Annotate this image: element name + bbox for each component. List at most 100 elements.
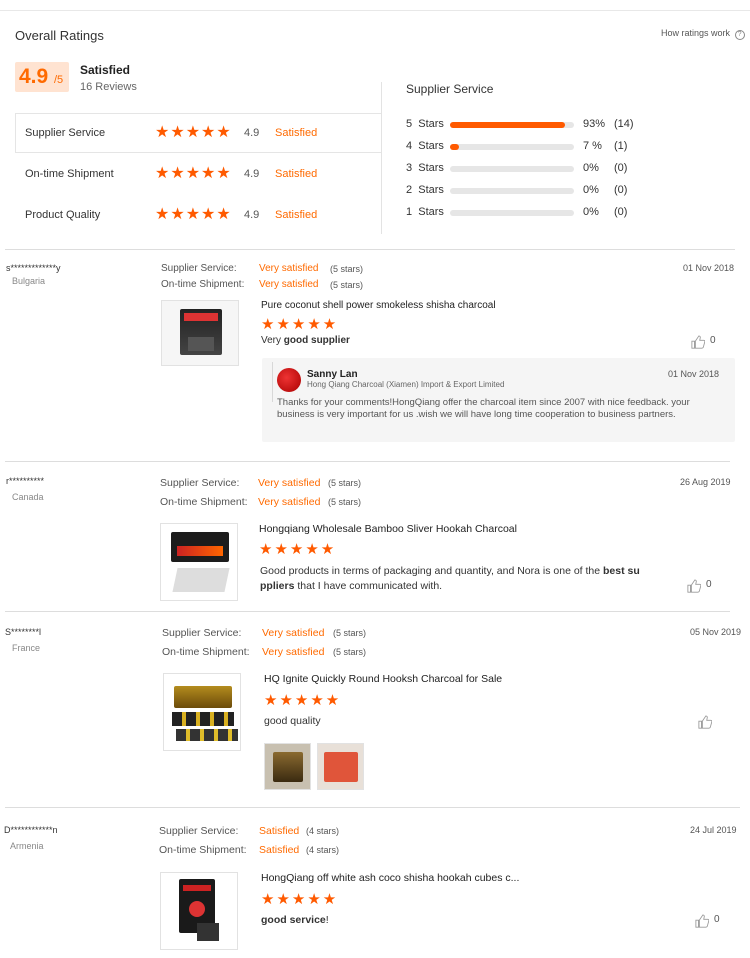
thumbs-up-icon[interactable]: [691, 335, 705, 349]
product-image[interactable]: [161, 300, 239, 366]
like-count: 0: [714, 914, 720, 925]
breakdown-star-label: 5 Stars: [406, 118, 444, 130]
reviewer-country: Bulgaria: [12, 276, 46, 286]
how-ratings-label[interactable]: How ratings work: [661, 28, 730, 38]
breakdown-star-label: 1 Stars: [406, 206, 444, 218]
overall-ratings-title: Overall Ratings: [15, 28, 104, 43]
service-status: Very satisfied: [262, 627, 325, 639]
category-status: Satisfied: [275, 127, 318, 139]
review-date: 01 Nov 2018: [683, 263, 735, 273]
breakdown-count: (14): [614, 118, 634, 130]
shipment-stars-text: (4 stars): [306, 845, 340, 855]
breakdown-bar-fill: [450, 144, 459, 150]
shipment-status: Very satisfied: [258, 496, 321, 508]
review-comment: good quality: [264, 715, 321, 727]
review-date: 05 Nov 2019: [690, 627, 742, 637]
service-status: Very satisfied: [258, 477, 321, 489]
review-divider: [5, 611, 730, 612]
breakdown-bar: [450, 144, 574, 150]
reviewer-name: s*************y: [6, 263, 61, 273]
shipment-label: On-time Shipment:: [162, 646, 250, 658]
score-badge: 4.9 /5: [15, 62, 69, 92]
thumbs-up-icon[interactable]: [698, 715, 712, 729]
service-stars-text: (5 stars): [328, 478, 362, 488]
review-stars: ★★★★★: [261, 891, 339, 908]
review-photo[interactable]: [317, 743, 364, 790]
reply-date: 01 Nov 2018: [668, 369, 720, 379]
reviewer-name: D************n: [4, 825, 58, 835]
breakdown-bar: [450, 122, 574, 128]
category-stars: ★★★★★: [155, 124, 232, 141]
reply-name: Sanny Lan: [307, 369, 358, 380]
help-icon[interactable]: ?: [734, 30, 745, 40]
shipment-status: Satisfied: [259, 844, 300, 856]
review-stars: ★★★★★: [261, 316, 339, 333]
breakdown-percent: 7 %: [583, 140, 602, 152]
shipment-stars-text: (5 stars): [328, 497, 362, 507]
category-label: Supplier Service: [25, 127, 106, 139]
category-score: 4.9: [244, 127, 260, 139]
product-title[interactable]: HQ Ignite Quickly Round Hooksh Charcoal …: [264, 673, 502, 685]
breakdown-percent: 0%: [583, 162, 599, 174]
service-label: Supplier Service:: [160, 477, 240, 489]
service-label: Supplier Service:: [162, 627, 242, 639]
breakdown-percent: 0%: [583, 206, 599, 218]
breakdown-percent: 93%: [583, 118, 606, 130]
review-divider: [5, 807, 740, 808]
shipment-stars-text: (5 stars): [330, 280, 364, 290]
how-ratings-work-link[interactable]: How ratings work ?: [661, 28, 745, 40]
review-comment: good service!: [261, 914, 329, 926]
product-image[interactable]: [163, 673, 241, 751]
category-label: Product Quality: [25, 209, 101, 221]
thumbs-up-icon[interactable]: [695, 914, 709, 928]
like-count: 0: [710, 335, 716, 346]
category-status: Satisfied: [275, 209, 318, 221]
breakdown-title: Supplier Service: [406, 82, 494, 96]
category-label: On-time Shipment: [25, 168, 114, 180]
review-comment: Good products in terms of packaging and …: [260, 565, 640, 592]
service-status: Satisfied: [259, 825, 300, 837]
product-title[interactable]: HongQiang off white ash coco shisha hook…: [261, 872, 519, 884]
product-title[interactable]: Hongqiang Wholesale Bamboo Sliver Hookah…: [259, 523, 517, 535]
review-photo[interactable]: [264, 743, 311, 790]
product-image[interactable]: [160, 872, 238, 950]
reviewer-country: France: [12, 643, 41, 653]
category-score: 4.9: [244, 209, 260, 221]
reviewer-name: r**********: [6, 476, 45, 486]
service-stars-text: (5 stars): [330, 264, 364, 274]
thumbs-up-icon[interactable]: [687, 579, 701, 593]
review-count: 16 Reviews: [80, 81, 137, 93]
shipment-status: Very satisfied: [262, 646, 325, 658]
review-divider: [5, 461, 730, 462]
shipment-stars-text: (5 stars): [333, 647, 367, 657]
reviewer-name: S********l: [5, 627, 42, 637]
category-status: Satisfied: [275, 168, 318, 180]
summary-bottom-divider: [5, 249, 735, 250]
top-divider: [0, 10, 750, 11]
category-score: 4.9: [244, 168, 260, 180]
reply-company: Hong Qiang Charcoal (Xiamen) Import & Ex…: [307, 380, 505, 389]
category-stars: ★★★★★: [155, 165, 232, 182]
reply-text: Thanks for your comments!HongQiang offer…: [277, 397, 690, 420]
review-stars: ★★★★★: [259, 541, 337, 558]
service-stars-text: (4 stars): [306, 826, 340, 836]
summary-vertical-divider: [381, 82, 382, 234]
reviewer-country: Canada: [12, 492, 44, 502]
category-stars: ★★★★★: [155, 206, 232, 223]
like-count: 0: [706, 579, 712, 590]
breakdown-percent: 0%: [583, 184, 599, 196]
score-value: 4.9: [19, 65, 49, 88]
review-date: 24 Jul 2019: [690, 825, 737, 835]
product-title[interactable]: Pure coconut shell power smokeless shish…: [261, 300, 496, 311]
service-label: Supplier Service:: [159, 825, 239, 837]
breakdown-bar: [450, 210, 574, 216]
service-status: Very satisfied: [259, 263, 319, 274]
shipment-label: On-time Shipment:: [160, 496, 248, 508]
shipment-status: Very satisfied: [259, 279, 319, 290]
service-stars-text: (5 stars): [333, 628, 367, 638]
score-suffix: /5: [54, 74, 64, 86]
shipment-label: On-time Shipment:: [161, 279, 245, 290]
breakdown-count: (0): [614, 162, 628, 174]
product-image[interactable]: [160, 523, 238, 601]
review-date: 26 Aug 2019: [680, 477, 731, 487]
